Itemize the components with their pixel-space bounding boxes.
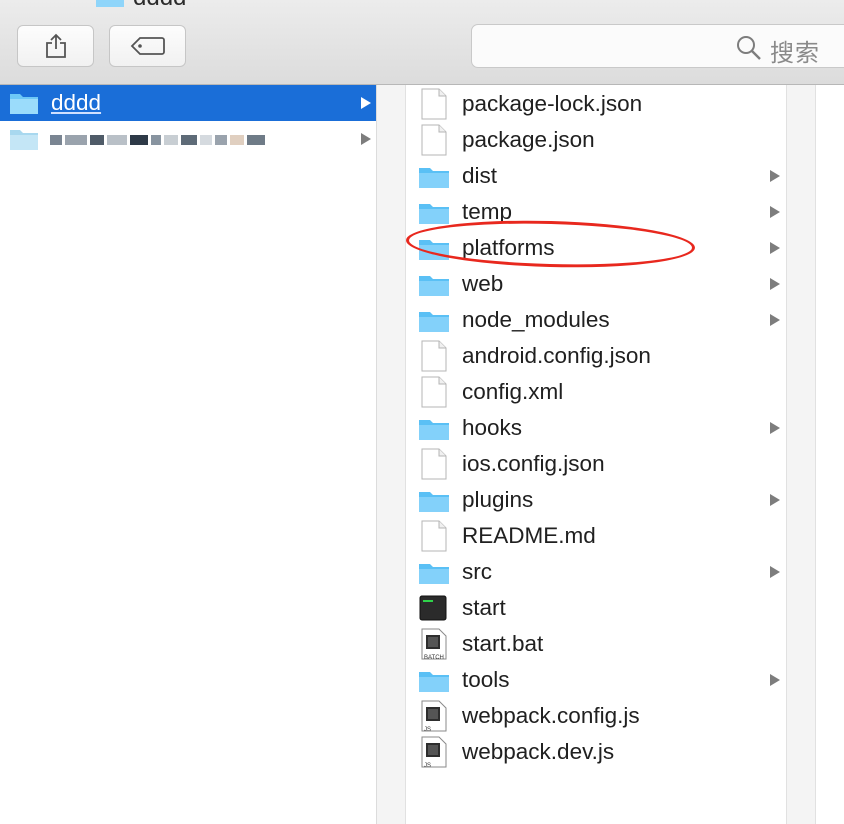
document-icon [421, 124, 447, 156]
file-item-label: node_modules [462, 307, 610, 332]
file-item[interactable]: temp [406, 194, 786, 230]
disclosure-arrow-icon [770, 242, 780, 254]
file-item[interactable]: README.md [406, 518, 786, 554]
file-item-label: src [462, 559, 492, 584]
sidebar-item-redacted[interactable] [0, 121, 376, 157]
file-item[interactable]: tools [406, 662, 786, 698]
file-item-label: dist [462, 163, 498, 188]
file-badge: BATCH [424, 655, 444, 661]
folder-icon [419, 276, 449, 296]
toolbar: dddd 搜索 [0, 0, 844, 85]
file-item[interactable]: node_modules [406, 302, 786, 338]
document-icon [421, 376, 447, 408]
magnifier-icon [737, 36, 761, 60]
folder-icon [419, 312, 449, 332]
file-item[interactable]: web [406, 266, 786, 302]
disclosure-arrow-icon [361, 133, 371, 145]
file-item[interactable]: JS webpack.config.js [406, 698, 786, 734]
disclosure-arrow-icon [770, 674, 780, 686]
file-item[interactable]: android.config.json [406, 338, 786, 374]
file-badge: JS [424, 763, 432, 769]
file-item[interactable]: package-lock.json [406, 86, 786, 122]
parent-column: dddd [0, 85, 377, 824]
file-column: package-lock.json package.json dist temp pla… [406, 85, 787, 824]
file-item[interactable]: package.json [406, 122, 786, 158]
file-item[interactable]: plugins [406, 482, 786, 518]
file-item[interactable]: JS webpack.dev.js [406, 734, 786, 770]
share-button[interactable] [17, 25, 94, 67]
file-item-label: hooks [462, 415, 523, 440]
search-placeholder: 搜索 [770, 40, 820, 67]
document-icon [421, 448, 447, 480]
file-item-label: webpack.config.js [462, 703, 640, 728]
window-title-label: dddd [133, 0, 186, 12]
folder-icon [10, 94, 38, 114]
disclosure-arrow-icon [770, 314, 780, 326]
search-field[interactable]: 搜索 [471, 24, 844, 68]
file-item-label: plugins [462, 487, 534, 512]
file-item-label: package-lock.json [462, 91, 643, 116]
sidebar-item-dddd[interactable]: dddd [0, 85, 376, 121]
file-item[interactable]: src [406, 554, 786, 590]
column-gutter [377, 85, 406, 824]
window-title: dddd [95, 0, 186, 11]
tag-button[interactable] [109, 25, 186, 67]
sidebar-item-label: dddd [51, 90, 102, 115]
file-item-label: webpack.dev.js [462, 739, 615, 764]
disclosure-arrow-icon [361, 97, 371, 109]
file-item-label: config.xml [462, 379, 564, 404]
file-item-label: web [462, 271, 504, 296]
folder-icon [419, 492, 449, 512]
disclosure-arrow-icon [770, 566, 780, 578]
disclosure-arrow-icon [770, 170, 780, 182]
folder-icon [419, 672, 449, 692]
file-item[interactable]: ios.config.json [406, 446, 786, 482]
folder-icon [419, 240, 449, 260]
document-icon [421, 340, 447, 372]
document-icon [421, 520, 447, 552]
folder-icon [419, 420, 449, 440]
document-icon [421, 88, 447, 120]
file-item[interactable]: platforms [406, 230, 786, 266]
column-gutter [787, 85, 816, 824]
file-item-label: README.md [462, 523, 596, 548]
file-item-label: platforms [462, 235, 555, 260]
file-item-label: android.config.json [462, 343, 651, 368]
file-badge: JS [424, 727, 432, 733]
folder-icon [10, 130, 38, 150]
folder-icon [419, 564, 449, 584]
empty-column [816, 85, 844, 824]
file-item[interactable]: start [406, 590, 786, 626]
file-item[interactable]: config.xml [406, 374, 786, 410]
folder-icon [419, 168, 449, 188]
terminal-icon [419, 595, 447, 621]
disclosure-arrow-icon [770, 422, 780, 434]
file-item[interactable]: BATCH start.bat [406, 626, 786, 662]
file-item-label: tools [462, 667, 510, 692]
share-icon [45, 33, 66, 58]
disclosure-arrow-icon [770, 278, 780, 290]
folder-icon [96, 0, 124, 7]
file-item-label: package.json [462, 127, 595, 152]
disclosure-arrow-icon [770, 206, 780, 218]
file-item-label: ios.config.json [462, 451, 605, 476]
file-item-label: start [462, 595, 506, 620]
disclosure-arrow-icon [770, 494, 780, 506]
file-item-label: temp [462, 199, 513, 224]
file-item-label: start.bat [462, 631, 544, 656]
file-item[interactable]: hooks [406, 410, 786, 446]
folder-icon [419, 204, 449, 224]
redacted-label [50, 135, 265, 145]
file-item[interactable]: dist [406, 158, 786, 194]
tag-icon [130, 37, 165, 55]
